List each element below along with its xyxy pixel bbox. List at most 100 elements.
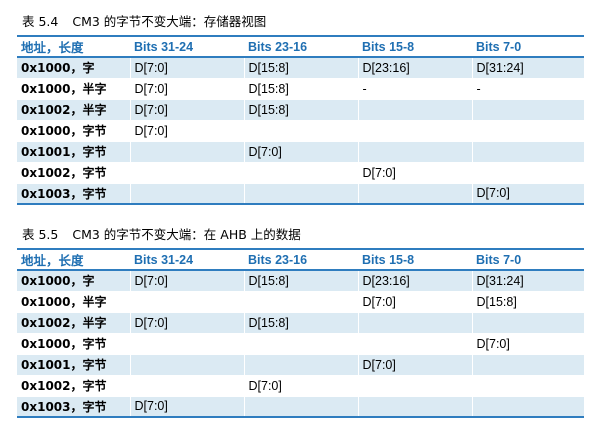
column-header-bits: Bits 31-24	[130, 35, 244, 58]
data-cell: D[15:8]	[243, 56, 358, 78]
table-body: 0x1000，字 D[7:0] D[15:8] D[23:16] D[31:24] 0x1…	[17, 269, 584, 418]
column-header-bits: Bits 23-16	[244, 35, 358, 58]
table-row: 0x1002，半字 D[7:0] D[15:8]	[17, 311, 584, 333]
data-cell: D[7:0]	[357, 290, 472, 312]
data-cell: D[15:8]	[243, 311, 358, 333]
data-cell	[357, 119, 472, 141]
data-cell: D[7:0]	[129, 269, 244, 291]
column-header-bits: Bits 7-0	[472, 35, 584, 58]
table-row: 0x1000，半字 D[7:0] D[15:8]	[17, 290, 584, 312]
table-header-row: 地址，长度 Bits 31-24 Bits 23-16 Bits 15-8 Bits 7…	[17, 248, 584, 271]
data-cell: -	[357, 77, 472, 99]
table-row: 0x1002，字节 D[7:0]	[17, 161, 584, 183]
data-cell	[357, 98, 472, 120]
data-cell: D[7:0]	[243, 374, 358, 396]
column-header-bits: Bits 7-0	[472, 248, 584, 271]
data-cell: D[15:8]	[243, 269, 358, 291]
table-row: 0x1002，半字 D[7:0] D[15:8]	[17, 98, 584, 120]
data-cell: D[15:8]	[471, 290, 584, 312]
table-row: 0x1003，字节 D[7:0]	[17, 395, 584, 418]
table-5-4-title: CM3 的字节不变大端：存储器视图	[72, 14, 267, 29]
address-cell: 0x1000，字	[17, 269, 130, 291]
column-header-address: 地址，长度	[17, 248, 130, 271]
data-cell	[243, 332, 358, 354]
table-5-5-caption: 表 5.5 CM3 的字节不变大端：在 AHB 上的数据	[22, 227, 301, 243]
data-cell: D[15:8]	[243, 98, 358, 120]
data-cell	[243, 182, 358, 205]
data-cell	[129, 353, 244, 375]
address-cell: 0x1000，半字	[17, 290, 130, 312]
address-cell: 0x1001，字节	[17, 140, 130, 162]
data-cell: D[7:0]	[243, 140, 358, 162]
data-cell: D[15:8]	[243, 77, 358, 99]
table-body: 0x1000，字 D[7:0] D[15:8] D[23:16] D[31:24] 0x1…	[17, 56, 584, 205]
data-cell: D[23:16]	[357, 269, 472, 291]
column-header-bits: Bits 15-8	[358, 248, 472, 271]
data-cell	[129, 290, 244, 312]
table-row: 0x1003，字节 D[7:0]	[17, 182, 584, 205]
data-cell	[471, 161, 584, 183]
data-cell: D[7:0]	[471, 332, 584, 354]
data-cell: D[7:0]	[357, 353, 472, 375]
address-cell: 0x1003，字节	[17, 182, 130, 205]
data-cell	[243, 119, 358, 141]
data-cell: D[7:0]	[471, 182, 584, 205]
table-5-4-caption: 表 5.4 CM3 的字节不变大端：存储器视图	[22, 14, 266, 30]
column-header-address: 地址，长度	[17, 35, 130, 58]
data-cell	[357, 140, 472, 162]
address-cell: 0x1002，字节	[17, 161, 130, 183]
data-cell: D[7:0]	[129, 77, 244, 99]
table-row: 0x1001，字节 D[7:0]	[17, 353, 584, 375]
data-cell	[357, 182, 472, 205]
data-cell	[471, 98, 584, 120]
table-row: 0x1000，字 D[7:0] D[15:8] D[23:16] D[31:24]	[17, 56, 584, 78]
address-cell: 0x1000，字节	[17, 332, 130, 354]
data-cell	[129, 182, 244, 205]
data-cell	[471, 374, 584, 396]
address-cell: 0x1002，半字	[17, 311, 130, 333]
column-header-bits: Bits 15-8	[358, 35, 472, 58]
table-row: 0x1000，字节 D[7:0]	[17, 332, 584, 354]
data-cell	[471, 353, 584, 375]
table-row: 0x1002，字节 D[7:0]	[17, 374, 584, 396]
data-cell	[243, 161, 358, 183]
data-cell	[357, 311, 472, 333]
data-cell: -	[471, 77, 584, 99]
table-5-5-number: 表 5.5	[22, 227, 59, 242]
address-cell: 0x1001，字节	[17, 353, 130, 375]
data-cell: D[7:0]	[129, 98, 244, 120]
data-cell	[129, 332, 244, 354]
data-cell: D[7:0]	[129, 395, 244, 418]
data-cell	[357, 395, 472, 418]
data-cell	[243, 395, 358, 418]
address-cell: 0x1000，字节	[17, 119, 130, 141]
table-header-row: 地址，长度 Bits 31-24 Bits 23-16 Bits 15-8 Bits 7…	[17, 35, 584, 58]
address-cell: 0x1003，字节	[17, 395, 130, 418]
data-cell: D[31:24]	[471, 56, 584, 78]
data-cell	[471, 395, 584, 418]
data-cell: D[7:0]	[357, 161, 472, 183]
data-cell	[471, 119, 584, 141]
data-cell	[357, 374, 472, 396]
data-cell	[129, 374, 244, 396]
table-row: 0x1001，字节 D[7:0]	[17, 140, 584, 162]
address-cell: 0x1002，半字	[17, 98, 130, 120]
data-cell	[357, 332, 472, 354]
data-cell: D[23:16]	[357, 56, 472, 78]
table-row: 0x1000，字节 D[7:0]	[17, 119, 584, 141]
address-cell: 0x1002，字节	[17, 374, 130, 396]
data-cell	[471, 140, 584, 162]
table-row: 0x1000，字 D[7:0] D[15:8] D[23:16] D[31:24]	[17, 269, 584, 291]
data-cell	[129, 140, 244, 162]
column-header-bits: Bits 23-16	[244, 248, 358, 271]
table-5-4-number: 表 5.4	[22, 14, 59, 29]
table-5-5-title: CM3 的字节不变大端：在 AHB 上的数据	[72, 227, 301, 242]
data-cell	[129, 161, 244, 183]
address-cell: 0x1000，半字	[17, 77, 130, 99]
address-cell: 0x1000，字	[17, 56, 130, 78]
column-header-bits: Bits 31-24	[130, 248, 244, 271]
table-row: 0x1000，半字 D[7:0] D[15:8] - -	[17, 77, 584, 99]
data-cell: D[7:0]	[129, 119, 244, 141]
data-cell	[243, 290, 358, 312]
data-cell	[243, 353, 358, 375]
